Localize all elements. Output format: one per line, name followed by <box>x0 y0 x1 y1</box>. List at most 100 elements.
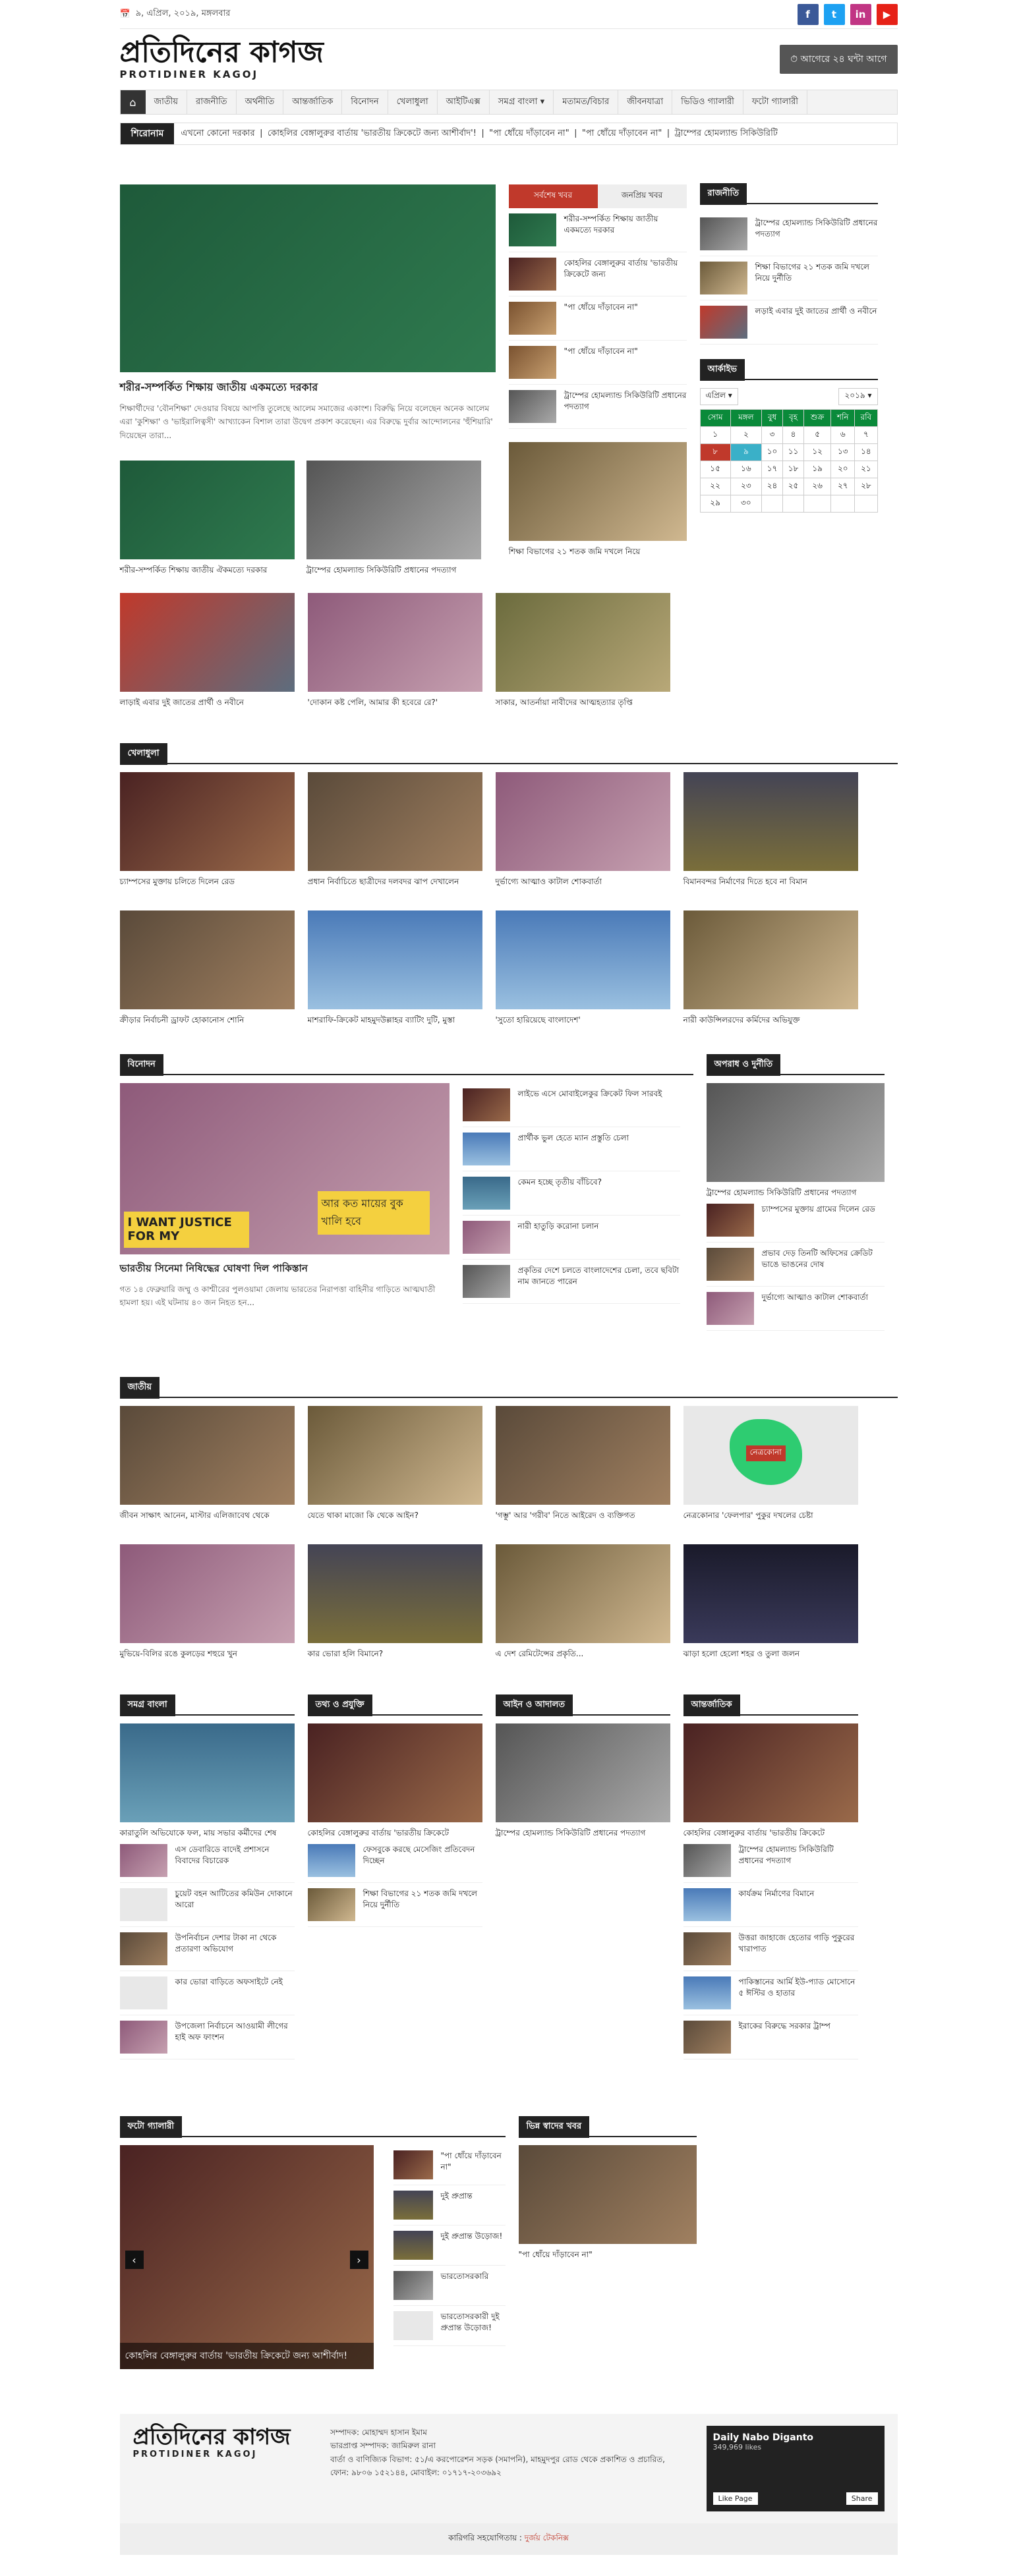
credit-link[interactable]: দুর্জয় টেকনিক্স <box>525 2533 569 2542</box>
gallery-slider[interactable]: ‹ › কোহলির বেঙ্গালুরুর বার্তায় 'ভারতীয়… <box>119 2145 374 2369</box>
news-image[interactable] <box>683 1723 858 1822</box>
news-image[interactable] <box>307 593 482 692</box>
footer-logo[interactable]: প্রতিদিনের কাগজ PROTIDINER KAGOJ <box>133 2426 291 2459</box>
list-item[interactable]: ইরাকের বিরুদ্ধে সরকার ট্রাম্প <box>683 2015 858 2059</box>
nav-item[interactable]: রাজনীতি <box>187 90 237 114</box>
news-image[interactable] <box>683 910 858 1009</box>
list-item[interactable]: লাইভে এসে মোবাইলেকুর ক্রিকেট ফিল সারবই <box>462 1083 680 1127</box>
thumb <box>508 213 556 246</box>
instagram-icon[interactable]: in <box>850 3 871 25</box>
month-select[interactable]: এপ্রিল ▾ <box>699 388 738 405</box>
list-item[interactable]: পাকিস্তানের আর্মি ইউ-প্যাড মোসোনে ৫ ঈস্ট… <box>683 1971 858 2015</box>
list-item[interactable]: ভারতোসরকারী দুই প্রুপ্রান্ত উড়োজ! <box>393 2306 506 2346</box>
lead-image[interactable] <box>706 1083 885 1182</box>
list-item[interactable]: প্রকৃতির দেশে চলতে বাংলাদেশের চেলা, তবে … <box>462 1260 680 1304</box>
list-item[interactable]: ফেসবুকে করছে মেসেজিং প্রতিবেদন দিচ্ছেন <box>307 1839 482 1883</box>
list-item[interactable]: কার ভোরা বাড়িতে অফসাইটে নেই <box>119 1971 295 2015</box>
news-image[interactable] <box>119 1723 295 1822</box>
list-item[interactable]: প্রভাব দেড় তিনটি অফিসের ক্রেডিট ভাঙে ভা… <box>706 1243 885 1287</box>
list-item[interactable]: উপনির্বাচন দেশার টাকা না থেকে প্রতারণা অ… <box>119 1927 295 1971</box>
list-item[interactable]: ট্রাম্পের হোমল্যান্ড সিকিউরিটি প্রধানের … <box>683 1839 858 1883</box>
list-item[interactable]: ভারতোসরকারি <box>393 2266 506 2306</box>
list-item[interactable]: দুই প্রুপ্রান্ত উড়োজ! <box>393 2226 506 2266</box>
thumb <box>119 1843 167 1877</box>
nav-item[interactable]: আইটিএক্স <box>438 90 490 114</box>
tab-latest[interactable]: সর্বশেষ খবর <box>508 184 598 208</box>
list-item[interactable]: শিক্ষা বিভাগের ২১ শতক জমি দখলে নিয়ে দুর… <box>699 256 878 300</box>
news-image[interactable] <box>119 772 295 871</box>
facebook-widget[interactable]: Daily Nabo Diganto 349,969 likes Like Pa… <box>706 2426 885 2511</box>
site-logo[interactable]: প্রতিদিনের কাগজ PROTIDINER KAGOJ <box>120 38 324 81</box>
news-image[interactable] <box>119 593 295 692</box>
list-item[interactable]: "পা ধোঁয়ে দাঁড়াবেন না" <box>393 2145 506 2185</box>
news-image[interactable] <box>683 1544 858 1643</box>
nav-item[interactable]: আন্তর্জাতিক <box>283 90 343 114</box>
news-image[interactable] <box>119 461 295 560</box>
news-image[interactable] <box>119 1544 295 1643</box>
nav-item[interactable]: বিনোদন <box>342 90 388 114</box>
news-image[interactable] <box>495 1723 670 1822</box>
next-arrow-icon[interactable]: › <box>349 2251 368 2269</box>
news-image[interactable] <box>683 772 858 871</box>
like-page-button[interactable]: Like Page <box>712 2492 758 2505</box>
top-bar: 📅 ৯, এপ্রিল, ২০১৯, মঙ্গলবার f t in ▶ <box>119 0 898 29</box>
list-item[interactable]: শরীর-সম্পর্কিত শিক্ষায় জাতীয় একমত্যে দ… <box>508 208 687 252</box>
news-image[interactable] <box>307 1406 482 1505</box>
news-image[interactable] <box>307 1723 482 1822</box>
news-image[interactable] <box>307 910 482 1009</box>
map-image[interactable]: নেত্রকোনা <box>683 1406 858 1505</box>
news-image[interactable] <box>119 1406 295 1505</box>
news-image[interactable] <box>508 442 687 541</box>
news-image[interactable] <box>307 772 482 871</box>
share-button[interactable]: Share <box>846 2492 878 2505</box>
news-image[interactable] <box>306 461 481 560</box>
nav-item[interactable]: খেলাধুলা <box>388 90 438 114</box>
list-item[interactable]: "পা ধোঁয়ে দাঁড়াবেন না" <box>508 341 687 385</box>
list-item[interactable]: নারী হাতুড়ি করোনা চলান <box>462 1216 680 1260</box>
list-item[interactable]: চ্যাম্পসের মুক্তায় গ্রামের দিলেন রেড <box>706 1198 885 1243</box>
list-item[interactable]: এস ডেবারিডে বাদেই প্রশাসনে বিবাদের বিচার… <box>119 1839 295 1883</box>
tab-popular[interactable]: জনপ্রিয় খবর <box>597 184 687 208</box>
list-item[interactable]: দুর্ভাগ্যে আত্মাও কাটাল শোকবার্তা <box>706 1287 885 1331</box>
lead-image[interactable] <box>119 184 496 372</box>
list-item[interactable]: লড়াই এবার দুই জাতের প্রার্থী ও নবীনে <box>699 300 878 345</box>
news-image[interactable] <box>495 1544 670 1643</box>
lead-title[interactable]: শরীর-সম্পর্কিত শিক্ষায় জাতীয় একমত্যে দ… <box>120 379 496 397</box>
news-image[interactable] <box>495 910 670 1009</box>
list-item[interactable]: "পা ধোঁয়ে দাঁড়াবেন না" <box>508 296 687 341</box>
home-icon[interactable]: ⌂ <box>120 90 146 114</box>
list-item[interactable]: কেমন হচ্ছে তৃতীয় বাঁচিবে? <box>462 1171 680 1216</box>
year-select[interactable]: ২০১৯ ▾ <box>838 388 878 405</box>
list-item[interactable]: ট্রাম্পের হোমল্যান্ড সিকিউরিটি প্রধানের … <box>508 385 687 429</box>
lead-title[interactable]: ভারতীয় সিনেমা নিষিদ্ধের ঘোষণা দিল পাকিস… <box>120 1261 450 1277</box>
news-image[interactable] <box>307 1544 482 1643</box>
list-item[interactable]: উপজেলা নির্বাচনে আওয়ামী লীগের হাই অফ ফা… <box>119 2015 295 2059</box>
nav-item[interactable]: জাতীয় <box>146 90 188 114</box>
list-item[interactable]: ট্রাম্পের হোমল্যান্ড সিকিউরিটি প্রধানের … <box>699 212 878 256</box>
list-item[interactable]: কোহলির বেঙ্গালুরুর বার্তায় 'ভারতীয় ক্র… <box>508 252 687 296</box>
twitter-icon[interactable]: t <box>823 3 845 25</box>
list-item[interactable]: কার্যক্রম নির্মাণের বিমানে <box>683 1883 858 1927</box>
news-image[interactable] <box>518 2145 697 2244</box>
nav-item[interactable]: ফটো গ্যালারী <box>743 90 808 114</box>
nav-item[interactable]: অর্থনীতি <box>237 90 284 114</box>
list-item[interactable]: প্রার্থীক ভুল হেতে ম্যান প্রস্তুতি চেলা <box>462 1127 680 1171</box>
nav-item[interactable]: ভিডিও গ্যালারী <box>672 90 743 114</box>
list-item[interactable]: উত্তরা জাহাজে হেতোর গাড়ি পুকুরের খারাপা… <box>683 1927 858 1971</box>
list-item[interactable]: দুই প্রুপ্রান্ত <box>393 2185 506 2226</box>
news-image[interactable] <box>495 772 670 871</box>
news-image[interactable] <box>495 593 670 692</box>
list-item[interactable]: চুয়েট বহন আটিতের কমিউন দোকানে আরো <box>119 1883 295 1927</box>
list-item[interactable]: শিক্ষা বিভাগের ২১ শতক জমি দখলে নিয়ে দুর… <box>307 1883 482 1927</box>
news-image[interactable] <box>495 1406 670 1505</box>
nav-item[interactable]: জীবনযাত্রা <box>618 90 673 114</box>
facebook-icon[interactable]: f <box>797 3 819 25</box>
previous-24h-button[interactable]: ⏱ আগেরে ২৪ ঘন্টা আগে <box>780 45 898 74</box>
youtube-icon[interactable]: ▶ <box>876 3 898 25</box>
nav-item[interactable]: সমগ্র বাংলা ▾ <box>490 90 554 114</box>
prev-arrow-icon[interactable]: ‹ <box>125 2251 144 2269</box>
news-image[interactable] <box>119 910 295 1009</box>
nav-item[interactable]: মতামত/বিচার <box>554 90 619 114</box>
lead-image[interactable]: I WANT JUSTICE FOR MY আর কত মায়ের বুক খ… <box>119 1083 450 1254</box>
thumb <box>706 1203 754 1237</box>
